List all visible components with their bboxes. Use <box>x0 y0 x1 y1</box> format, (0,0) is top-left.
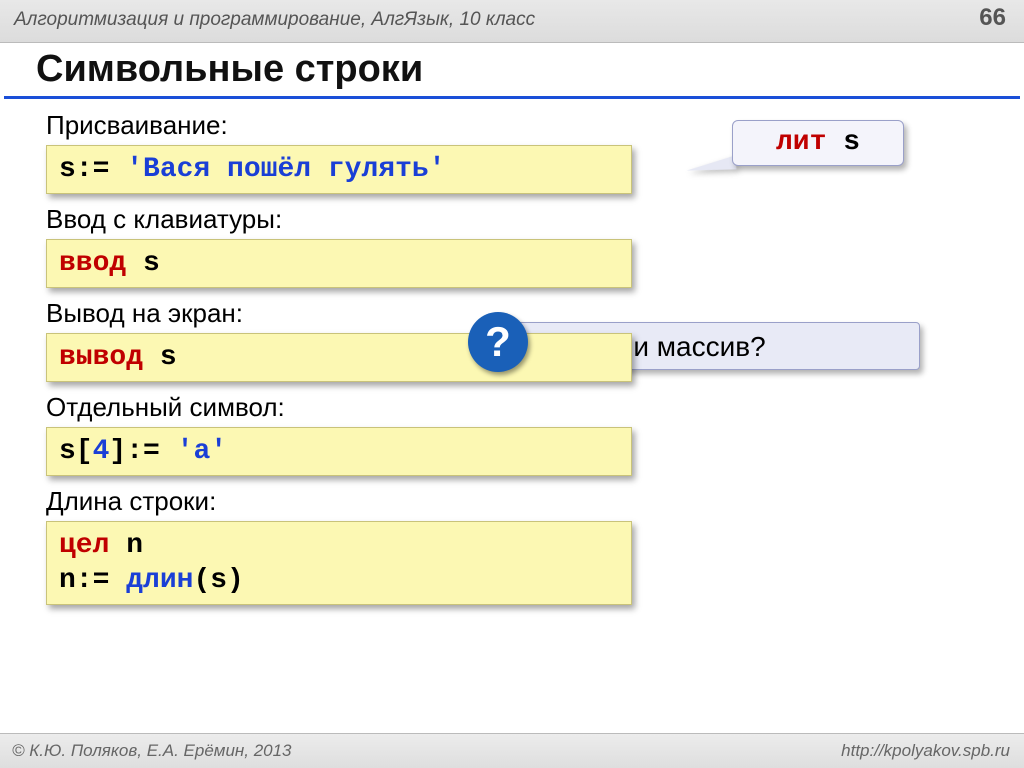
code-text: n:= <box>59 565 126 596</box>
code-keyword: ввод <box>59 248 126 279</box>
label-input: Ввод с клавиатуры: <box>46 204 976 235</box>
code-literal: 'Вася пошёл гулять' <box>126 154 445 185</box>
code-text: n <box>109 530 143 561</box>
title-underline <box>4 96 1020 99</box>
question-mark-icon: ? <box>468 312 528 372</box>
code-output: вывод s <box>46 333 632 382</box>
code-text: s:= <box>59 154 126 185</box>
code-length: цел n n:= длин(s) <box>46 521 632 605</box>
label-char: Отдельный символ: <box>46 392 976 423</box>
page-title: Символьные строки <box>36 48 423 91</box>
code-text: ]:= <box>109 436 176 467</box>
code-keyword: цел <box>59 530 109 561</box>
code-text: s[ <box>59 436 93 467</box>
code-index: 4 <box>93 436 110 467</box>
code-assign: s:= 'Вася пошёл гулять' <box>46 145 632 194</box>
code-func: длин <box>126 565 193 596</box>
code-input: ввод s <box>46 239 632 288</box>
label-assign: Присваивание: <box>46 110 976 141</box>
code-text: (s) <box>193 565 243 596</box>
page-number: 66 <box>979 4 1006 32</box>
code-keyword: вывод <box>59 342 143 373</box>
footer-url: http://kpolyakov.spb.ru <box>841 741 1010 761</box>
slide: Алгоритмизация и программирование, АлгЯз… <box>0 0 1024 768</box>
breadcrumb: Алгоритмизация и программирование, АлгЯз… <box>14 9 535 31</box>
code-text: s <box>126 248 160 279</box>
footer-copyright: © К.Ю. Поляков, Е.А. Ерёмин, 2013 <box>12 741 292 761</box>
code-text: s <box>143 342 177 373</box>
code-literal: 'a' <box>177 436 227 467</box>
code-char: s[4]:= 'a' <box>46 427 632 476</box>
label-length: Длина строки: <box>46 486 976 517</box>
